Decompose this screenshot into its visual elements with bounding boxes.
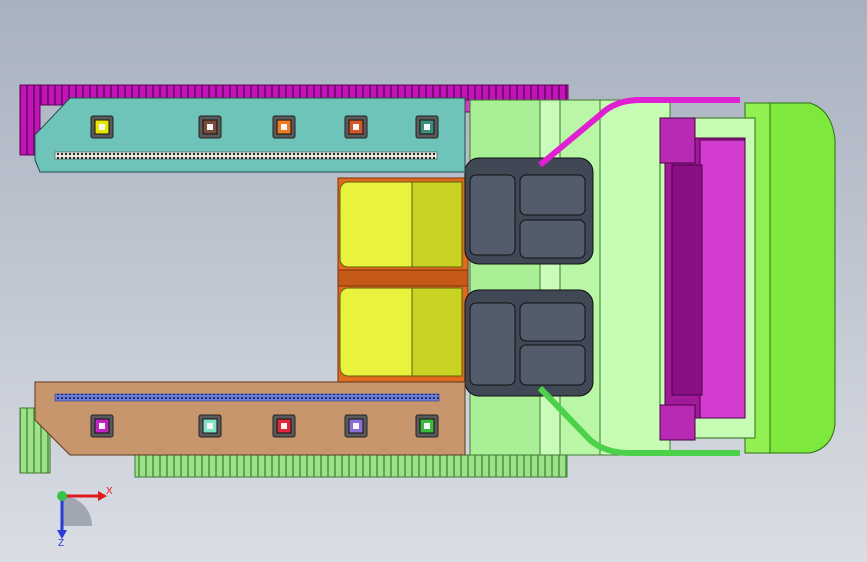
seat-lower[interactable] [464,289,594,397]
seat-pad-upper[interactable] [339,181,463,268]
x-axis-label: X [106,486,113,497]
hood[interactable] [659,117,756,441]
axis-triad: X Z [57,486,113,549]
seat-pad-lower[interactable] [339,287,463,377]
marker-orange[interactable] [272,115,296,139]
y-axis-dot [57,491,67,501]
cab[interactable] [744,102,836,454]
marker-teal[interactable] [415,115,439,139]
marker-magenta[interactable] [90,414,114,438]
marker-yellow[interactable] [90,115,114,139]
marker-rust[interactable] [344,115,368,139]
chassis[interactable] [469,99,671,456]
vehicle-model[interactable] [0,0,867,562]
marker-brown[interactable] [198,115,222,139]
seat-upper[interactable] [464,157,594,265]
marker-mint[interactable] [198,414,222,438]
cad-viewport[interactable]: X Z [0,0,867,562]
z-axis-label: Z [58,538,64,549]
deck-rail [337,269,469,287]
marker-red[interactable] [272,414,296,438]
marker-violet[interactable] [344,414,368,438]
marker-green[interactable] [415,414,439,438]
upper-perforated-strip [54,151,438,160]
lower-perforated-strip [54,393,440,402]
